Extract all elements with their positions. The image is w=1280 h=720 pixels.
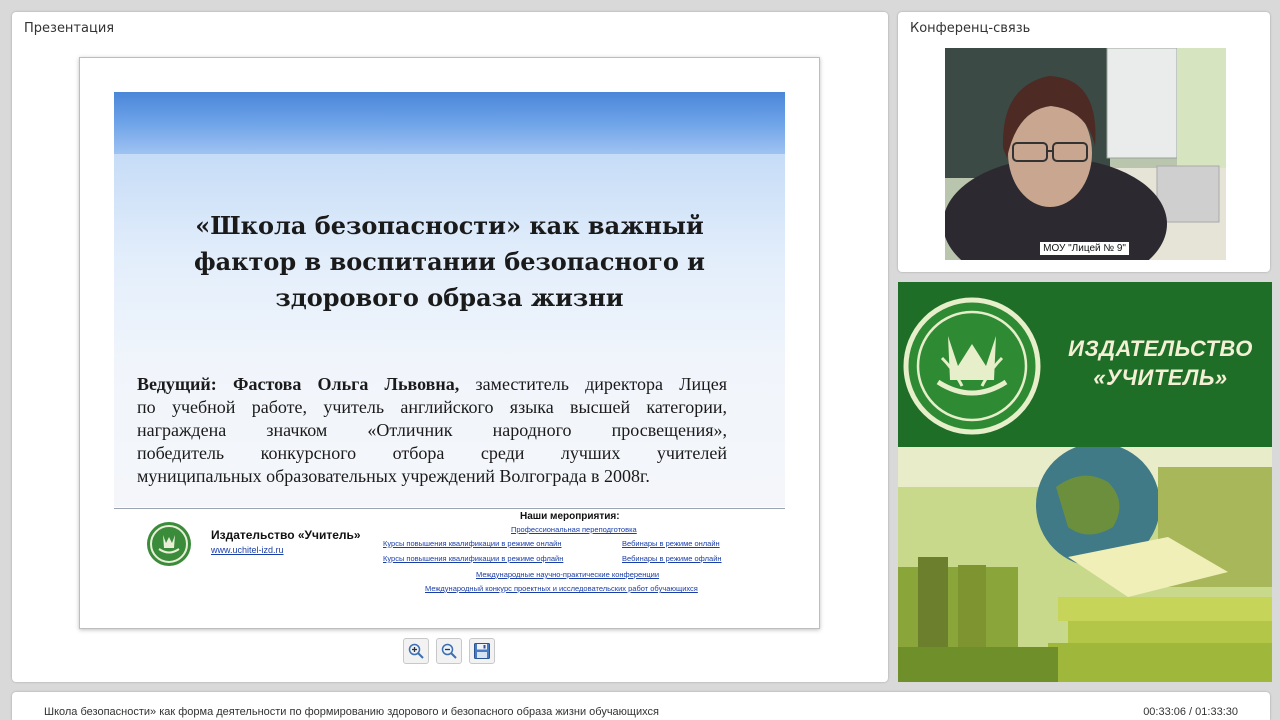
presenter-label: Ведущий: Фастова Ольга Львовна, <box>137 374 460 394</box>
events-title: Наши мероприятия: <box>520 511 620 522</box>
event-link-webinars-offline[interactable]: Вебинары в режиме офлайн <box>622 554 722 563</box>
publisher-banner-line: «УЧИТЕЛЬ» <box>1093 365 1228 390</box>
publisher-logo-icon <box>147 522 191 566</box>
slide-title-line: «Школа безопасности» как важный <box>195 211 704 240</box>
slide-title-line: здорового образа жизни <box>275 283 624 312</box>
slide-description-line: победитель конкурсного отбора среди лучш… <box>137 443 727 463</box>
status-bar: Школа безопасности» как форма деятельнос… <box>12 692 1270 720</box>
webcam-video[interactable]: МОУ "Лицей № 9" <box>945 48 1226 260</box>
slide-divider <box>114 508 785 509</box>
publisher-url-link[interactable]: www.uchitel-izd.ru <box>211 545 284 555</box>
event-link-courses-offline[interactable]: Курсы повышения квалификации в режиме оф… <box>383 554 563 563</box>
zoom-in-icon <box>408 643 424 659</box>
slide-title: «Школа безопасности» как важный фактор в… <box>114 208 785 316</box>
playback-time: 00:33:06 / 01:33:30 <box>1143 706 1238 718</box>
conference-panel: Конференц-связь МОУ "Лицей № 9" <box>898 12 1270 272</box>
save-button[interactable] <box>469 638 495 664</box>
event-link-courses-online[interactable]: Курсы повышения квалификации в режиме он… <box>383 539 562 548</box>
conference-panel-title: Конференц-связь <box>910 21 1031 36</box>
zoom-out-icon <box>441 643 457 659</box>
video-participant-label: МОУ "Лицей № 9" <box>1040 242 1129 255</box>
zoom-in-button[interactable] <box>403 638 429 664</box>
publisher-banner-logo-icon <box>903 297 1041 435</box>
slide-description-line: по учебной работе, учитель английского я… <box>137 397 727 417</box>
event-link-conferences[interactable]: Международные научно-практические конфер… <box>476 570 659 579</box>
slide-description-line: награждена значком «Отличник народного п… <box>137 420 727 440</box>
publisher-name: Издательство «Учитель» <box>211 528 361 542</box>
books-globe-illustration <box>898 447 1272 682</box>
publisher-banner-text: ИЗДАТЕЛЬСТВО «УЧИТЕЛЬ» <box>1058 334 1263 392</box>
presenter-role: заместитель директора Лицея <box>475 374 727 394</box>
presentation-panel: Презентация «Школа безопасности» как важ… <box>12 12 888 682</box>
event-link-contest[interactable]: Международный конкурс проектных и исслед… <box>425 584 698 593</box>
publisher-banner-line: ИЗДАТЕЛЬСТВО <box>1068 336 1253 361</box>
zoom-out-button[interactable] <box>436 638 462 664</box>
event-link-retraining[interactable]: Профессиональная переподготовка <box>511 525 637 534</box>
presentation-panel-title: Презентация <box>24 21 115 36</box>
slide-title-line: фактор в воспитании безопасного и <box>194 247 705 276</box>
slide-description-line: Ведущий: Фастова Ольга Львовна, заместит… <box>137 373 727 396</box>
banner-books-globe-image <box>898 447 1272 682</box>
slide-header-band <box>114 92 785 154</box>
webinar-title: Школа безопасности» как форма деятельнос… <box>44 706 659 718</box>
publisher-banner: ИЗДАТЕЛЬСТВО «УЧИТЕЛЬ» <box>898 282 1272 447</box>
save-icon <box>474 643 490 659</box>
presentation-slide: «Школа безопасности» как важный фактор в… <box>79 57 820 629</box>
slide-description: Ведущий: Фастова Ольга Львовна, заместит… <box>137 373 727 488</box>
slide-description-line: муниципальных образовательных учреждений… <box>137 466 650 486</box>
event-link-webinars-online[interactable]: Вебинары в режиме онлайн <box>622 539 720 548</box>
webcam-frame <box>945 48 1226 260</box>
